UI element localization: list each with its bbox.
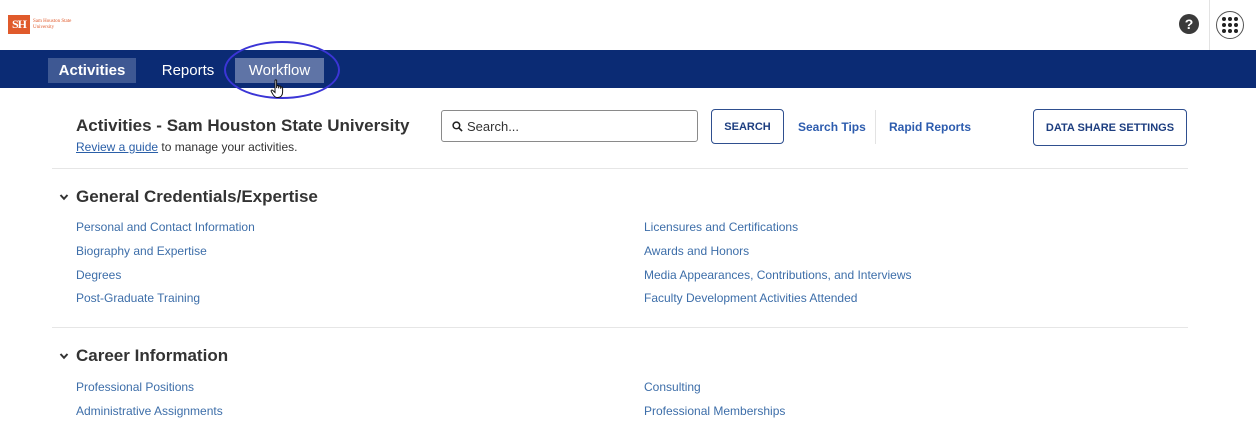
divider bbox=[1209, 0, 1210, 50]
hand-cursor-icon bbox=[270, 79, 284, 98]
activity-link[interactable]: Faculty Development Activities Attended bbox=[644, 291, 857, 305]
data-share-settings-button[interactable]: DATA SHARE SETTINGS bbox=[1033, 109, 1187, 146]
activity-link[interactable]: Professional Memberships bbox=[644, 404, 785, 418]
chevron-down-icon bbox=[59, 194, 69, 201]
logo-text: Sam Houston State University bbox=[33, 18, 72, 30]
guide-text: to manage your activities. bbox=[158, 140, 298, 154]
section-header-general-credentials[interactable]: General Credentials/Expertise bbox=[58, 187, 318, 207]
activity-link[interactable]: Personal and Contact Information bbox=[76, 220, 255, 234]
activity-link[interactable]: Consulting bbox=[644, 380, 701, 394]
activity-link[interactable]: Biography and Expertise bbox=[76, 244, 207, 258]
page-title: Activities - Sam Houston State Universit… bbox=[76, 116, 410, 135]
chevron-down-icon bbox=[59, 353, 69, 360]
activity-link[interactable]: Professional Positions bbox=[76, 380, 194, 394]
activity-link[interactable]: Post-Graduate Training bbox=[76, 291, 200, 305]
activity-link[interactable]: Administrative Assignments bbox=[76, 404, 223, 418]
section-title: General Credentials/Expertise bbox=[76, 187, 318, 206]
apps-grid-icon[interactable] bbox=[1216, 11, 1244, 39]
review-guide-link[interactable]: Review a guide bbox=[76, 140, 158, 154]
activity-link[interactable]: Media Appearances, Contributions, and In… bbox=[644, 268, 912, 282]
logo-mark: SH bbox=[8, 15, 30, 34]
help-icon[interactable]: ? bbox=[1179, 14, 1199, 34]
section-header-career-information[interactable]: Career Information bbox=[58, 346, 228, 366]
guide-line: Review a guide to manage your activities… bbox=[76, 140, 297, 154]
activity-link[interactable]: Licensures and Certifications bbox=[644, 220, 798, 234]
search-input[interactable] bbox=[467, 118, 687, 134]
rapid-reports-link[interactable]: Rapid Reports bbox=[889, 120, 971, 134]
divider bbox=[52, 168, 1188, 169]
section-title: Career Information bbox=[76, 346, 229, 365]
search-tips-link[interactable]: Search Tips bbox=[798, 120, 866, 134]
activity-link[interactable]: Awards and Honors bbox=[644, 244, 749, 258]
top-bar: SH Sam Houston State University ? bbox=[0, 0, 1256, 50]
tab-reports[interactable]: Reports bbox=[150, 58, 226, 83]
university-logo[interactable]: SH Sam Houston State University bbox=[8, 15, 73, 34]
search-button[interactable]: SEARCH bbox=[711, 109, 784, 144]
activity-link[interactable]: Degrees bbox=[76, 268, 121, 282]
tab-activities[interactable]: Activities bbox=[48, 58, 136, 83]
search-icon bbox=[452, 120, 463, 132]
divider bbox=[875, 110, 876, 144]
search-field[interactable] bbox=[441, 110, 698, 142]
divider bbox=[52, 327, 1188, 328]
main-nav: Activities Reports Workflow bbox=[0, 50, 1256, 88]
